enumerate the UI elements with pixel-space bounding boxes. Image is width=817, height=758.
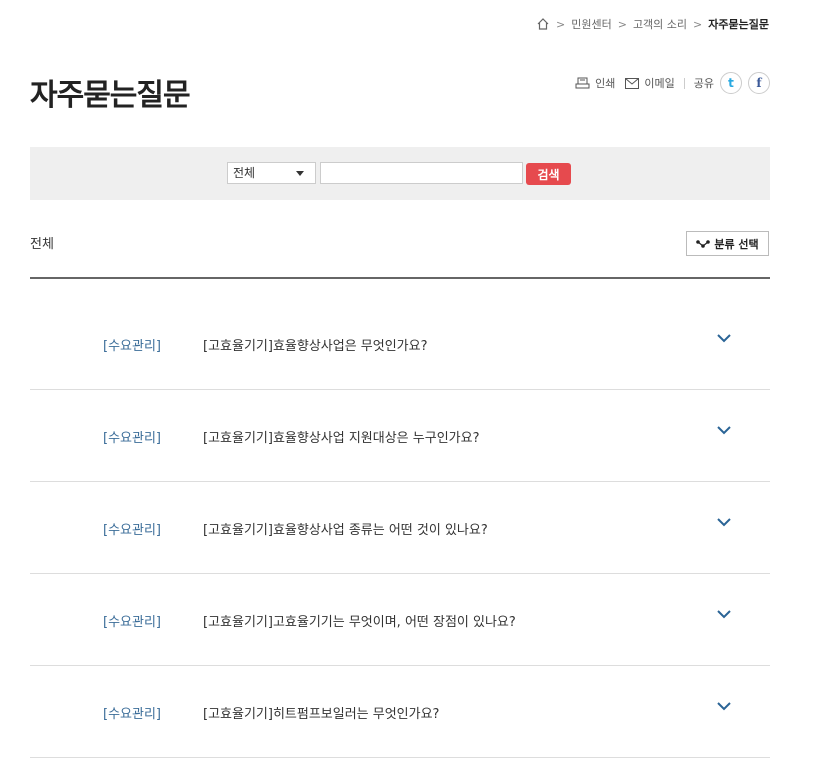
breadcrumb-current: 자주묻는질문: [708, 18, 769, 31]
utility-bar: 인쇄 이메일 공유 t f: [575, 72, 770, 94]
email-button[interactable]: 이메일: [625, 75, 675, 91]
search-button[interactable]: 검색: [526, 163, 571, 185]
mail-icon: [625, 77, 640, 89]
dropdown-arrow-icon: [296, 171, 304, 176]
faq-item[interactable]: [수요관리] [고효율기기]효율향상사업은 무엇인가요?: [30, 279, 770, 390]
breadcrumb-item[interactable]: 민원센터: [571, 16, 611, 32]
category-select-button[interactable]: 분류 선택: [686, 231, 769, 256]
breadcrumb-item[interactable]: 고객의 소리: [633, 16, 687, 32]
faq-category: [수요관리]: [103, 431, 161, 446]
faq-question[interactable]: [고효율기기]효율향상사업은 무엇인가요?: [203, 335, 428, 354]
faq-category: [수요관리]: [103, 707, 161, 722]
category-title: 전체: [30, 237, 54, 252]
page-title: 자주묻는질문: [30, 78, 191, 113]
faq-category: [수요관리]: [103, 523, 161, 538]
chevron-right-icon: >: [556, 17, 566, 31]
chevron-down-icon[interactable]: [717, 610, 731, 619]
print-icon: [575, 77, 590, 89]
network-icon: [696, 239, 711, 248]
faq-item[interactable]: [수요관리] [고효율기기]효율향상사업 종류는 어떤 것이 있나요?: [30, 482, 770, 574]
faq-question[interactable]: [고효율기기]히트펌프보일러는 무엇인가요?: [203, 703, 439, 722]
print-label: 인쇄: [595, 77, 616, 90]
chevron-down-icon[interactable]: [717, 702, 731, 711]
print-button[interactable]: 인쇄: [575, 75, 615, 91]
chevron-right-icon: >: [693, 17, 703, 31]
faq-item[interactable]: [수요관리] [고효율기기]효율향상사업 지원대상은 누구인가요?: [30, 390, 770, 482]
breadcrumb: > 민원센터 > 고객의 소리 > 자주묻는질문: [536, 16, 769, 32]
faq-question[interactable]: [고효율기기]고효율기기는 무엇이며, 어떤 장점이 있나요?: [203, 611, 516, 630]
category-select-label: 분류 선택: [714, 237, 759, 251]
chevron-down-icon[interactable]: [717, 334, 731, 343]
share-label: 공유: [693, 77, 714, 90]
faq-question[interactable]: [고효율기기]효율향상사업 지원대상은 누구인가요?: [203, 427, 479, 446]
chevron-down-icon[interactable]: [717, 426, 731, 435]
chevron-right-icon: >: [617, 17, 627, 31]
select-value: 전체: [233, 166, 256, 180]
divider: [683, 77, 685, 89]
faq-item[interactable]: [수요관리] [고효율기기]고효율기기는 무엇이며, 어떤 장점이 있나요?: [30, 574, 770, 666]
faq-category: [수요관리]: [103, 615, 161, 630]
home-icon[interactable]: [536, 17, 550, 31]
search-panel: 전체 검색: [30, 147, 770, 200]
faq-category: [수요관리]: [103, 339, 161, 354]
faq-question[interactable]: [고효율기기]효율향상사업 종류는 어떤 것이 있나요?: [203, 519, 488, 538]
facebook-icon[interactable]: f: [748, 72, 770, 94]
email-label: 이메일: [644, 77, 675, 90]
search-category-select[interactable]: 전체: [227, 162, 316, 184]
faq-list: [수요관리] [고효율기기]효율향상사업은 무엇인가요? [수요관리] [고효율…: [30, 279, 770, 758]
faq-item[interactable]: [수요관리] [고효율기기]히트펌프보일러는 무엇인가요?: [30, 666, 770, 758]
chevron-down-icon[interactable]: [717, 518, 731, 527]
search-input[interactable]: [320, 162, 523, 184]
twitter-icon[interactable]: t: [720, 72, 742, 94]
